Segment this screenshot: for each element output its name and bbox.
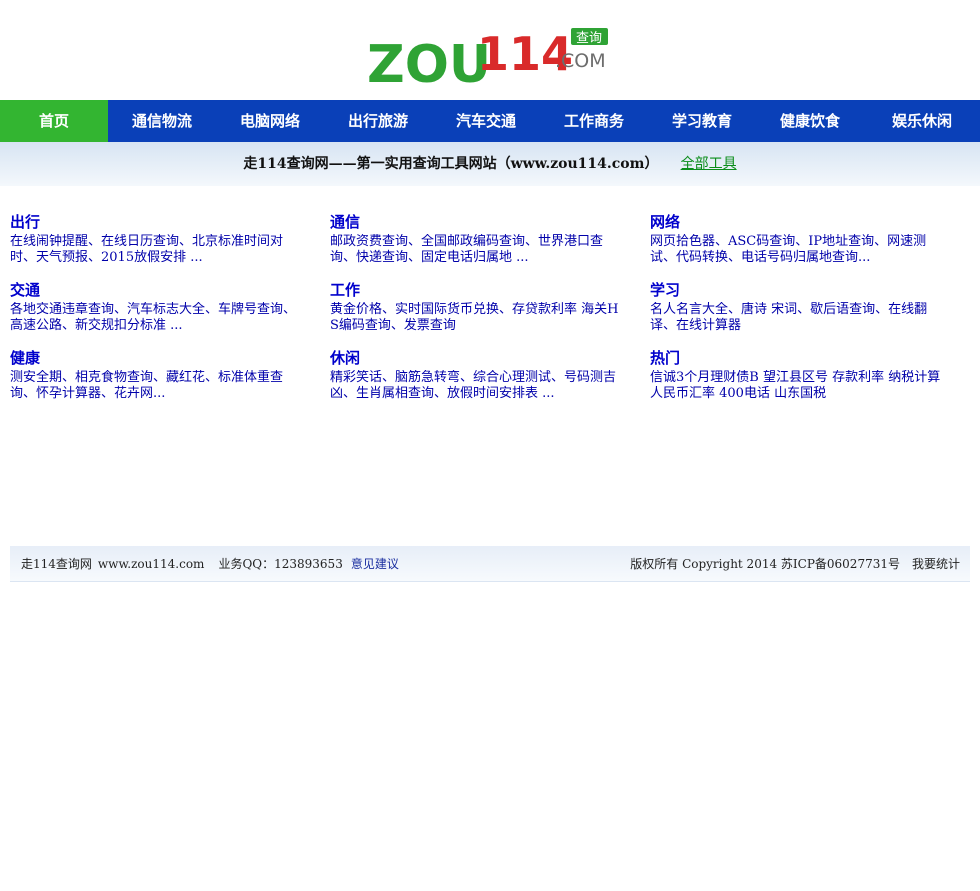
all-tools-link[interactable]: 全部工具 — [681, 156, 737, 172]
nav-item[interactable]: 工作商务 — [540, 100, 648, 142]
stats-link[interactable]: 我要统计 — [912, 557, 960, 571]
category-links[interactable]: 名人名言大全、唐诗 宋词、歇后语查询、在线翻译、在线计算器 — [650, 302, 946, 334]
category-links[interactable]: 各地交通违章查询、汽车标志大全、车牌号查询、高速公路、新交规扣分标准 ... — [10, 302, 306, 334]
category-links[interactable]: 在线闹钟提醒、在线日历查询、北京标准时间对时、天气预报、2015放假安排 ... — [10, 234, 306, 266]
category-section: 热门 信诚3个月理财债B 望江县区号 存款利率 纳税计算 人民币汇率 400电话 … — [650, 348, 946, 402]
category-section: 学习 名人名言大全、唐诗 宋词、歇后语查询、在线翻译、在线计算器 — [650, 280, 946, 334]
category-links[interactable]: 测安全期、相克食物查询、藏红花、标准体重查询、怀孕计算器、花卉网... — [10, 370, 306, 402]
category-section: 休闲 精彩笑话、脑筋急转弯、综合心理测试、号码测吉凶、生肖属相查询、放假时间安排表… — [330, 348, 626, 402]
nav-item[interactable]: 健康饮食 — [756, 100, 864, 142]
category-section: 工作 黄金价格、实时国际货币兑换、存贷款利率 海关HS编码查询、发票查询 — [330, 280, 626, 334]
site-banner: 走114查询网——第一实用查询工具网站（www.zou114.com） 全部工具 — [0, 142, 980, 186]
category-title[interactable]: 网络 — [650, 212, 946, 234]
logo-zou-letters: ZOU — [367, 35, 491, 88]
category-title[interactable]: 热门 — [650, 348, 946, 370]
category-section: 出行 在线闹钟提醒、在线日历查询、北京标准时间对时、天气预报、2015放假安排 .… — [10, 212, 306, 266]
nav-item[interactable]: 学习教育 — [648, 100, 756, 142]
site-logo[interactable]: ZOU 114 查询 .COM — [367, 24, 612, 88]
footer-left: 走114查询网 www.zou114.com 业务QQ：123893653 意见建议 — [21, 546, 399, 582]
category-title[interactable]: 健康 — [10, 348, 306, 370]
category-section: 交通 各地交通违章查询、汽车标志大全、车牌号查询、高速公路、新交规扣分标准 ... — [10, 280, 306, 334]
nav-item[interactable]: 首页 — [0, 100, 108, 142]
category-section: 健康 测安全期、相克食物查询、藏红花、标准体重查询、怀孕计算器、花卉网... — [10, 348, 306, 402]
category-title[interactable]: 出行 — [10, 212, 306, 234]
category-links[interactable]: 邮政资费查询、全国邮政编码查询、世界港口查询、快递查询、固定电话归属地 ... — [330, 234, 626, 266]
feedback-link[interactable]: 意见建议 — [351, 557, 399, 571]
category-section: 通信 邮政资费查询、全国邮政编码查询、世界港口查询、快递查询、固定电话归属地 ..… — [330, 212, 626, 266]
footer-qq: 业务QQ：123893653 — [218, 557, 343, 571]
category-title[interactable]: 工作 — [330, 280, 626, 302]
nav-item[interactable]: 通信物流 — [108, 100, 216, 142]
category-links[interactable]: 精彩笑话、脑筋急转弯、综合心理测试、号码测吉凶、生肖属相查询、放假时间安排表 .… — [330, 370, 626, 402]
nav-item[interactable]: 娱乐休闲 — [864, 100, 980, 142]
banner-tagline: 走114查询网——第一实用查询工具网站（www.zou114.com） — [243, 156, 659, 172]
category-title[interactable]: 交通 — [10, 280, 306, 302]
category-grid: 出行 在线闹钟提醒、在线日历查询、北京标准时间对时、天气预报、2015放假安排 .… — [10, 212, 970, 402]
logo-com-suffix: .COM — [555, 50, 606, 72]
logo-badge-text: 查询 — [576, 31, 602, 46]
category-title[interactable]: 学习 — [650, 280, 946, 302]
category-links[interactable]: 信诚3个月理财债B 望江县区号 存款利率 纳税计算 人民币汇率 400电话 山东… — [650, 370, 946, 402]
zou114-logo-graphic: ZOU 114 查询 .COM — [367, 27, 608, 88]
category-title[interactable]: 休闲 — [330, 348, 626, 370]
footer-right: 版权所有 Copyright 2014 苏ICP备06027731号 我要统计 — [630, 546, 960, 582]
category-links[interactable]: 网页拾色器、ASC码查询、IP地址查询、网速测试、代码转换、电话号码归属地查询.… — [650, 234, 946, 266]
category-links[interactable]: 黄金价格、实时国际货币兑换、存贷款利率 海关HS编码查询、发票查询 — [330, 302, 626, 334]
nav-item[interactable]: 出行旅游 — [324, 100, 432, 142]
nav-item[interactable]: 电脑网络 — [216, 100, 324, 142]
main-nav: 首页 通信物流 电脑网络 出行旅游 汽车交通 工作商务 学习教育 健康饮食 娱乐休闲 — [0, 100, 980, 142]
page-footer: 走114查询网 www.zou114.com 业务QQ：123893653 意见建议 … — [10, 546, 970, 582]
category-section: 网络 网页拾色器、ASC码查询、IP地址查询、网速测试、代码转换、电话号码归属地查… — [650, 212, 946, 266]
category-title[interactable]: 通信 — [330, 212, 626, 234]
footer-site-name: 走114查询网 — [21, 557, 92, 571]
footer-url: www.zou114.com — [97, 557, 205, 571]
footer-copyright: 版权所有 Copyright 2014 苏ICP备06027731号 — [630, 557, 900, 571]
nav-item[interactable]: 汽车交通 — [432, 100, 540, 142]
